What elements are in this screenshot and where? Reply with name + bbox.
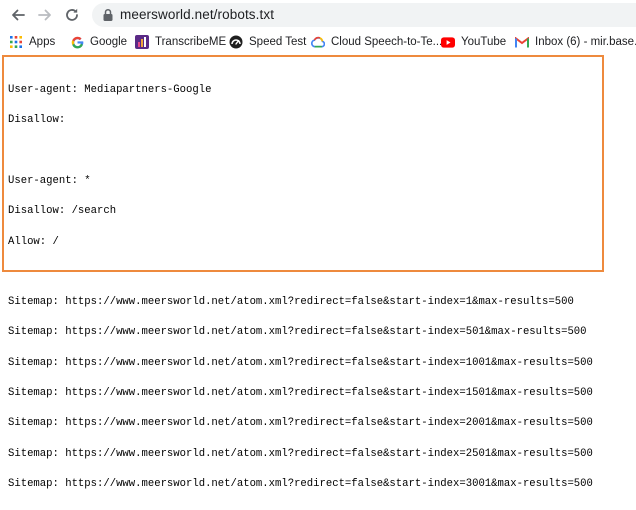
youtube-icon: [441, 35, 455, 49]
transcribeme-icon: [135, 35, 149, 49]
browser-toolbar: meersworld.net/robots.txt Apps Google Tr…: [0, 0, 636, 56]
address-bar[interactable]: meersworld.net/robots.txt: [92, 3, 636, 27]
bookmark-label: Speed Test: [249, 36, 307, 48]
bookmark-google[interactable]: Google: [70, 34, 127, 50]
allow-line: Allow: /: [8, 235, 59, 248]
bookmark-label: Cloud Speech-to-Te...: [331, 36, 443, 48]
bookmark-inbox[interactable]: Inbox (6) - mir.base...: [515, 34, 636, 50]
navigation-row: meersworld.net/robots.txt: [0, 0, 636, 30]
bookmark-speed-test[interactable]: Speed Test: [229, 34, 306, 50]
speedtest-icon: [229, 35, 243, 49]
lock-icon: [103, 8, 113, 21]
bookmark-transcribeme[interactable]: TranscribeME: [135, 34, 226, 50]
bookmark-apps[interactable]: Apps: [9, 34, 55, 50]
sitemap-line: Sitemap: https://www.meersworld.net/atom…: [8, 417, 593, 430]
reload-icon: [66, 8, 78, 21]
back-button[interactable]: [8, 5, 28, 25]
gmail-icon: [515, 35, 529, 49]
bookmarks-bar: Apps Google TranscribeME Speed Test Clou…: [0, 31, 636, 53]
forward-button[interactable]: [35, 5, 55, 25]
sitemap-line: Sitemap: https://www.meersworld.net/atom…: [8, 447, 593, 460]
google-g-icon: [70, 35, 84, 49]
google-cloud-icon: [311, 35, 325, 49]
reload-button[interactable]: [62, 5, 82, 25]
forward-arrow-icon: [38, 9, 51, 21]
bookmark-cloud-speech[interactable]: Cloud Speech-to-Te...: [311, 34, 442, 50]
user-agent-line: User-agent: *: [8, 175, 91, 188]
bookmark-label: Inbox (6) - mir.base...: [535, 36, 636, 48]
bookmark-youtube[interactable]: YouTube: [441, 34, 506, 50]
sitemap-line: Sitemap: https://www.meersworld.net/atom…: [8, 326, 587, 339]
disallow-line: Disallow:: [8, 114, 66, 127]
bookmark-label: Google: [90, 36, 128, 48]
sitemap-line: Sitemap: https://www.meersworld.net/atom…: [8, 477, 593, 490]
robots-txt-content: User-agent: Mediapartners-Google Disallo…: [8, 65, 593, 509]
apps-grid-icon: [9, 35, 23, 49]
bookmark-label: TranscribeME: [155, 36, 227, 48]
disallow-line: Disallow: /search: [8, 205, 117, 218]
bookmark-label: Apps: [29, 36, 56, 48]
back-arrow-icon: [12, 9, 25, 21]
url-text: meersworld.net/robots.txt: [120, 7, 275, 22]
user-agent-line: User-agent: Mediapartners-Google: [8, 84, 212, 97]
bookmark-label: YouTube: [461, 36, 507, 48]
sitemap-line: Sitemap: https://www.meersworld.net/atom…: [8, 296, 574, 309]
sitemap-line: Sitemap: https://www.meersworld.net/atom…: [8, 356, 593, 369]
robots-txt-highlight-box: User-agent: Mediapartners-Google Disallo…: [2, 55, 604, 489]
sitemap-line: Sitemap: https://www.meersworld.net/atom…: [8, 387, 593, 399]
